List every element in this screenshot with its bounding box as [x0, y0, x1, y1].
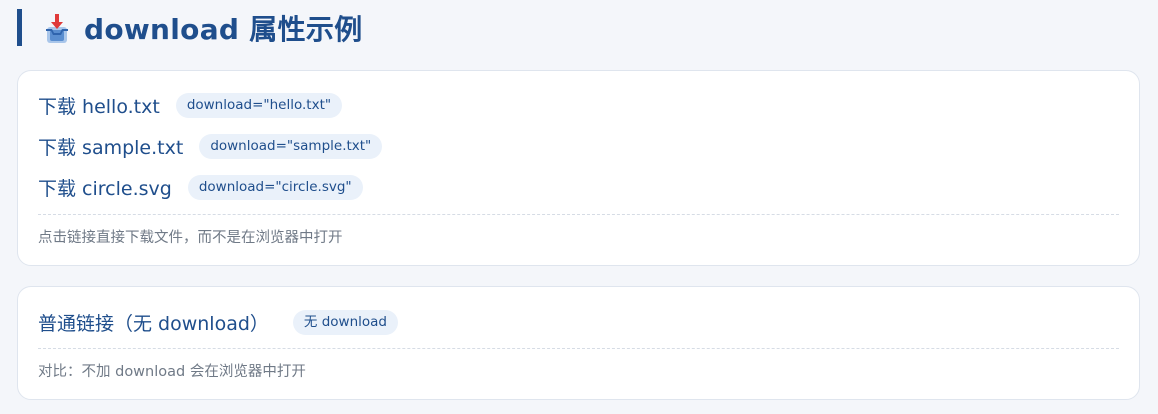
download-link-circle[interactable]: 下载 circle.svg — [38, 174, 172, 201]
download-links-card: 下载 hello.txt download="hello.txt" 下载 sam… — [17, 70, 1140, 266]
card-divider — [38, 348, 1119, 349]
download-row-sample: 下载 sample.txt download="sample.txt" — [38, 132, 383, 160]
page-header: download 属性示例 — [17, 9, 363, 46]
download-link-sample[interactable]: 下载 sample.txt — [38, 133, 183, 160]
page-title: download 属性示例 — [84, 12, 363, 46]
download-link-hello[interactable]: 下载 hello.txt — [38, 92, 160, 119]
normal-link-row: 普通链接（无 download） 无 download — [38, 308, 398, 336]
normal-link-card: 普通链接（无 download） 无 download 对比：不加 downlo… — [17, 286, 1140, 400]
download-row-hello: 下载 hello.txt download="hello.txt" — [38, 91, 343, 119]
download-attribute-badge: download="sample.txt" — [199, 133, 383, 159]
download-attribute-badge: download="circle.svg" — [187, 174, 363, 200]
download-tray-icon — [42, 10, 72, 46]
normal-link-note: 对比：不加 download 会在浏览器中打开 — [38, 364, 306, 380]
no-download-badge: 无 download — [292, 309, 398, 335]
normal-link[interactable]: 普通链接（无 download） — [38, 309, 269, 336]
download-row-circle: 下载 circle.svg download="circle.svg" — [38, 173, 363, 201]
download-note: 点击链接直接下载文件，而不是在浏览器中打开 — [38, 230, 343, 246]
download-attribute-badge: download="hello.txt" — [175, 92, 343, 118]
card-divider — [38, 214, 1119, 215]
